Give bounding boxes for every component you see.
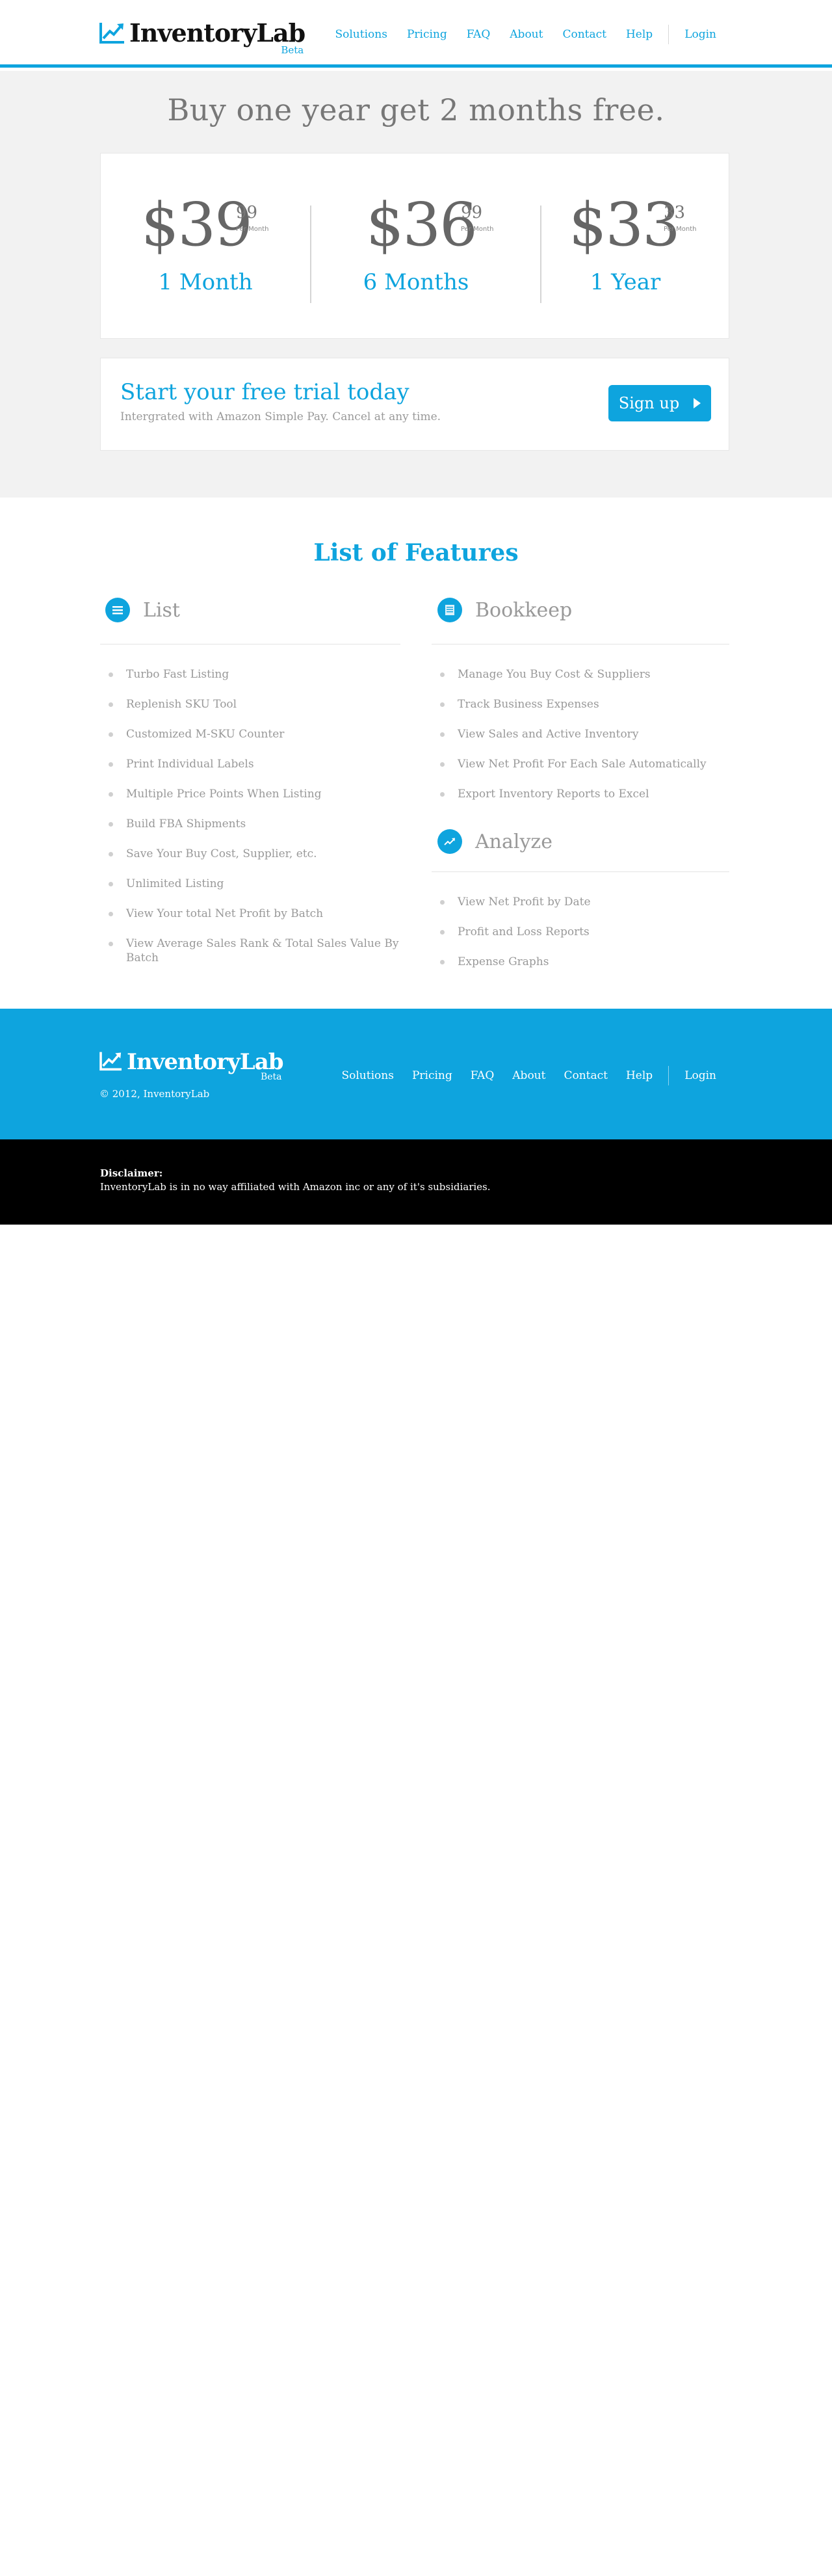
chart-logo-icon xyxy=(99,1052,122,1071)
list-item: View Your total Net Profit by Batch xyxy=(100,907,406,936)
play-arrow-icon xyxy=(694,398,701,408)
main-nav: Solutions Pricing FAQ About Contact Help… xyxy=(315,25,716,44)
trial-subtitle: Intergrated with Amazon Simple Pay. Canc… xyxy=(120,410,441,423)
list-item: Expense Graphs xyxy=(432,955,737,985)
list-item: View Average Sales Rank & Total Sales Va… xyxy=(100,936,406,966)
site-header: InventoryLab Beta Solutions Pricing FAQ … xyxy=(0,0,832,68)
divider xyxy=(432,871,729,872)
trial-title: Start your free trial today xyxy=(120,379,410,405)
login-link[interactable]: Login xyxy=(684,28,716,41)
trend-icon xyxy=(437,829,462,854)
plan-period: 1 Month xyxy=(158,269,253,295)
nav-about[interactable]: About xyxy=(510,28,543,41)
footer-nav-help[interactable]: Help xyxy=(626,1069,653,1082)
list-item: Build FBA Shipments xyxy=(100,817,406,847)
plan-per-month: Per Month xyxy=(664,226,697,233)
plan-period: 6 Months xyxy=(363,269,469,295)
footer-nav-faq[interactable]: FAQ xyxy=(471,1069,495,1082)
plan-price: $33 xyxy=(569,190,681,259)
plan-cents: 99 xyxy=(461,203,483,222)
features-title: List of Features xyxy=(313,539,519,566)
plan-price: $39 xyxy=(141,190,253,259)
ledger-icon xyxy=(437,598,462,622)
feature-heading: Analyze xyxy=(475,830,552,853)
beta-badge: Beta xyxy=(281,44,304,56)
footer-login-link[interactable]: Login xyxy=(684,1069,716,1082)
footer-nav-contact[interactable]: Contact xyxy=(564,1069,608,1082)
footer-nav-divider xyxy=(668,1066,670,1085)
list-item: Turbo Fast Listing xyxy=(100,667,406,697)
list-item: Manage You Buy Cost & Suppliers xyxy=(432,667,737,697)
pricing-card: $39 99 Per Month 1 Month $36 99 Per Mont… xyxy=(100,153,729,339)
site-footer: InventoryLab Beta © 2012, InventoryLab S… xyxy=(0,1009,832,1139)
list-item: Customized M-SKU Counter xyxy=(100,727,406,757)
list-item: Save Your Buy Cost, Supplier, etc. xyxy=(100,847,406,877)
feature-heading: List xyxy=(143,598,180,622)
footer-nav-about[interactable]: About xyxy=(512,1069,545,1082)
analyze-features: View Net Profit by Date Profit and Loss … xyxy=(432,895,737,985)
nav-pricing[interactable]: Pricing xyxy=(407,28,447,41)
nav-divider xyxy=(668,25,670,44)
list-item: Replenish SKU Tool xyxy=(100,697,406,727)
pricing-section: Buy one year get 2 months free. $39 99 P… xyxy=(0,71,832,498)
plan-1-month[interactable]: $39 99 Per Month 1 Month xyxy=(101,193,310,310)
page: InventoryLab Beta Solutions Pricing FAQ … xyxy=(0,0,832,2576)
list-item: Export Inventory Reports to Excel xyxy=(432,787,737,817)
plan-cents: 33 xyxy=(664,203,686,222)
footer-logo-text: InventoryLab xyxy=(127,1049,283,1075)
plan-period: 1 Year xyxy=(590,269,661,295)
signup-label: Sign up xyxy=(618,394,680,412)
logo[interactable]: InventoryLab Beta xyxy=(99,18,306,57)
list-icon xyxy=(105,598,130,622)
plan-1-year[interactable]: $33 33 Per Month 1 Year xyxy=(521,193,730,310)
feature-head-analyze: Analyze xyxy=(437,827,552,856)
signup-button[interactable]: Sign up xyxy=(608,385,711,421)
disclaimer-bar: Disclaimer: InventoryLab is in no way af… xyxy=(0,1139,832,1225)
nav-solutions[interactable]: Solutions xyxy=(335,28,387,41)
list-item: Multiple Price Points When Listing xyxy=(100,787,406,817)
plan-per-month: Per Month xyxy=(461,226,494,233)
feature-heading: Bookkeep xyxy=(475,598,573,622)
nav-contact[interactable]: Contact xyxy=(562,28,606,41)
logo-text: InventoryLab xyxy=(129,18,306,47)
disclaimer-title: Disclaimer: xyxy=(100,1167,163,1179)
free-trial-card: Start your free trial today Intergrated … xyxy=(100,358,729,451)
list-item: Print Individual Labels xyxy=(100,757,406,787)
bookkeep-features: Manage You Buy Cost & Suppliers Track Bu… xyxy=(432,667,737,817)
plan-price: $36 xyxy=(366,190,478,259)
chart-logo-icon xyxy=(99,23,124,44)
list-item: Track Business Expenses xyxy=(432,697,737,727)
footer-nav-solutions[interactable]: Solutions xyxy=(341,1069,393,1082)
nav-faq[interactable]: FAQ xyxy=(467,28,491,41)
plan-6-months[interactable]: $36 99 Per Month 6 Months xyxy=(311,193,521,310)
list-item: View Sales and Active Inventory xyxy=(432,727,737,757)
disclaimer-text: InventoryLab is in no way affiliated wit… xyxy=(100,1181,491,1193)
footer-nav: Solutions Pricing FAQ About Contact Help… xyxy=(323,1066,716,1085)
copyright: © 2012, InventoryLab xyxy=(99,1088,210,1100)
plan-cents: 99 xyxy=(236,203,258,222)
feature-head-bookkeep: Bookkeep xyxy=(437,596,572,624)
footer-nav-pricing[interactable]: Pricing xyxy=(412,1069,452,1082)
footer-beta-badge: Beta xyxy=(260,1072,282,1082)
list-item: Unlimited Listing xyxy=(100,877,406,907)
feature-head-list: List xyxy=(105,596,180,624)
footer-logo[interactable]: InventoryLab Beta xyxy=(99,1049,283,1082)
promo-headline: Buy one year get 2 months free. xyxy=(167,92,665,127)
list-item: View Net Profit For Each Sale Automatica… xyxy=(432,757,737,787)
list-item: Profit and Loss Reports xyxy=(432,925,737,955)
plan-per-month: Per Month xyxy=(236,226,269,233)
list-features: Turbo Fast Listing Replenish SKU Tool Cu… xyxy=(100,667,406,966)
nav-help[interactable]: Help xyxy=(626,28,653,41)
list-item: View Net Profit by Date xyxy=(432,895,737,925)
